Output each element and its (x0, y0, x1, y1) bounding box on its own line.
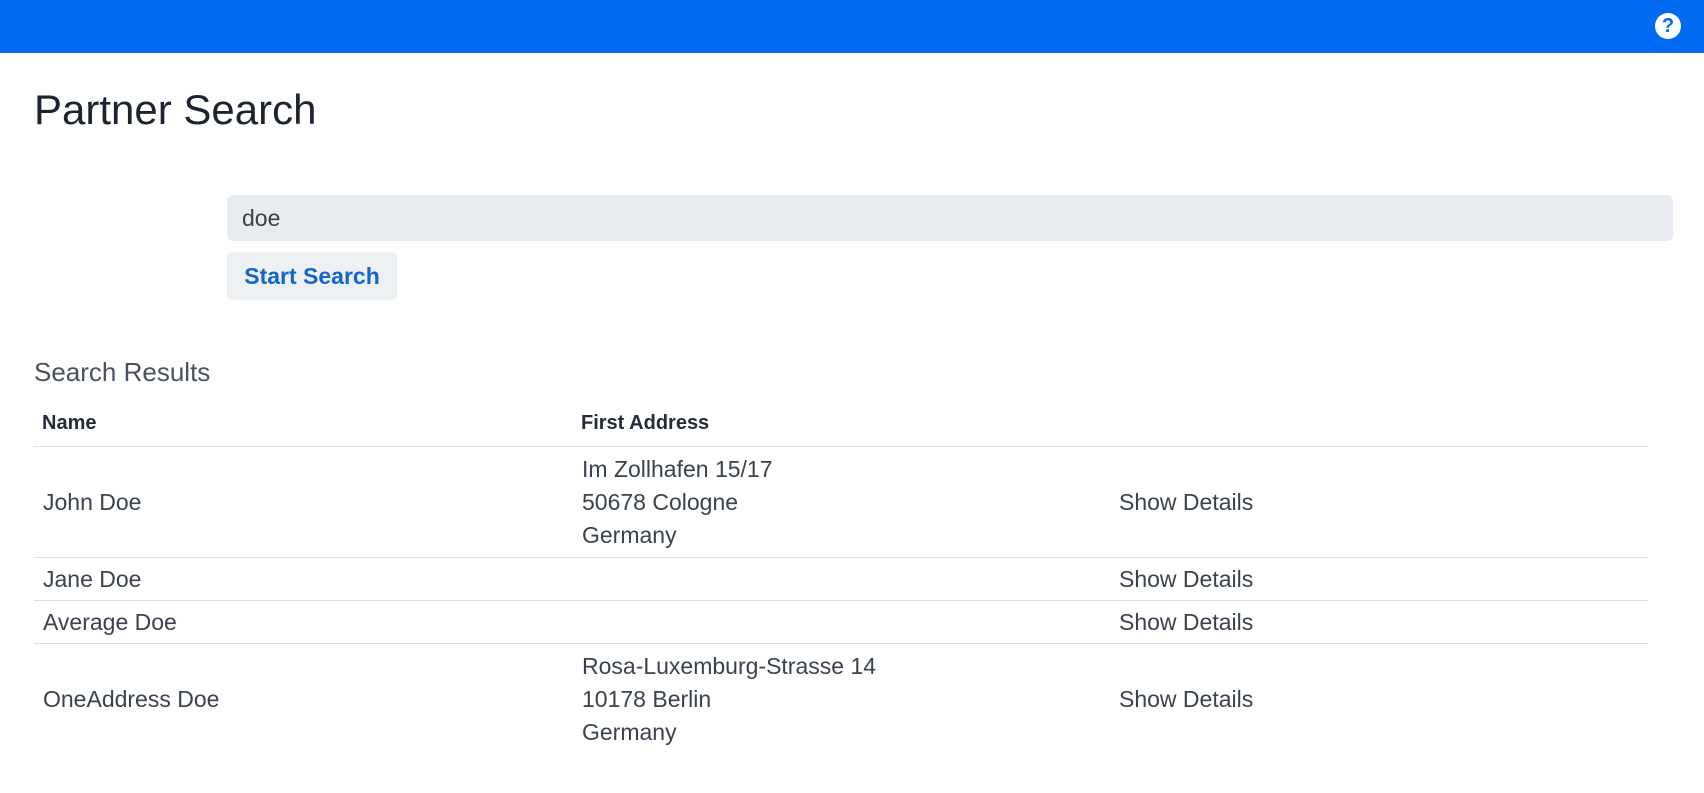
partner-name: John Doe (34, 446, 573, 558)
partner-name: Average Doe (34, 600, 573, 644)
column-header-actions (1110, 400, 1648, 447)
start-search-button[interactable]: Start Search (227, 252, 397, 300)
address-line: Rosa-Luxemburg-Strasse 14 (582, 652, 877, 679)
table-row: Jane Doe Show Details (34, 557, 1648, 601)
table-row: John Doe Im Zollhafen 15/17 50678 Cologn… (34, 446, 1648, 558)
address-line: Germany (582, 521, 677, 548)
table-row: OneAddress Doe Rosa-Luxemburg-Strasse 14… (34, 643, 1648, 752)
table-header-row: Name First Address (34, 400, 1648, 447)
partner-address: Im Zollhafen 15/17 50678 Cologne Germany (573, 446, 1110, 558)
show-details-link[interactable]: Show Details (1110, 446, 1648, 558)
column-header-address: First Address (573, 400, 1110, 447)
partner-name: OneAddress Doe (34, 643, 573, 752)
results-title: Search Results (34, 357, 211, 387)
show-details-link[interactable]: Show Details (1110, 557, 1648, 601)
address-line: 10178 Berlin (582, 685, 712, 712)
partner-address (573, 557, 1110, 601)
table-row: Average Doe Show Details (34, 600, 1648, 644)
show-details-link[interactable]: Show Details (1110, 643, 1648, 752)
column-header-name: Name (34, 400, 573, 447)
address-line: Germany (582, 718, 677, 745)
partner-name: Jane Doe (34, 557, 573, 601)
top-bar: ? (0, 0, 1704, 53)
help-icon[interactable]: ? (1655, 13, 1681, 39)
address-line: 50678 Cologne (582, 488, 739, 515)
partner-address (573, 600, 1110, 644)
partner-address: Rosa-Luxemburg-Strasse 14 10178 Berlin G… (573, 643, 1110, 752)
search-input[interactable] (227, 195, 1673, 241)
address-line: Im Zollhafen 15/17 (582, 455, 773, 482)
results-table: Name First Address John Doe Im Zollhafen… (34, 400, 1648, 752)
show-details-link[interactable]: Show Details (1110, 600, 1648, 644)
results-panel: Name First Address John Doe Im Zollhafen… (34, 400, 1674, 752)
page-title: Partner Search (34, 86, 317, 133)
